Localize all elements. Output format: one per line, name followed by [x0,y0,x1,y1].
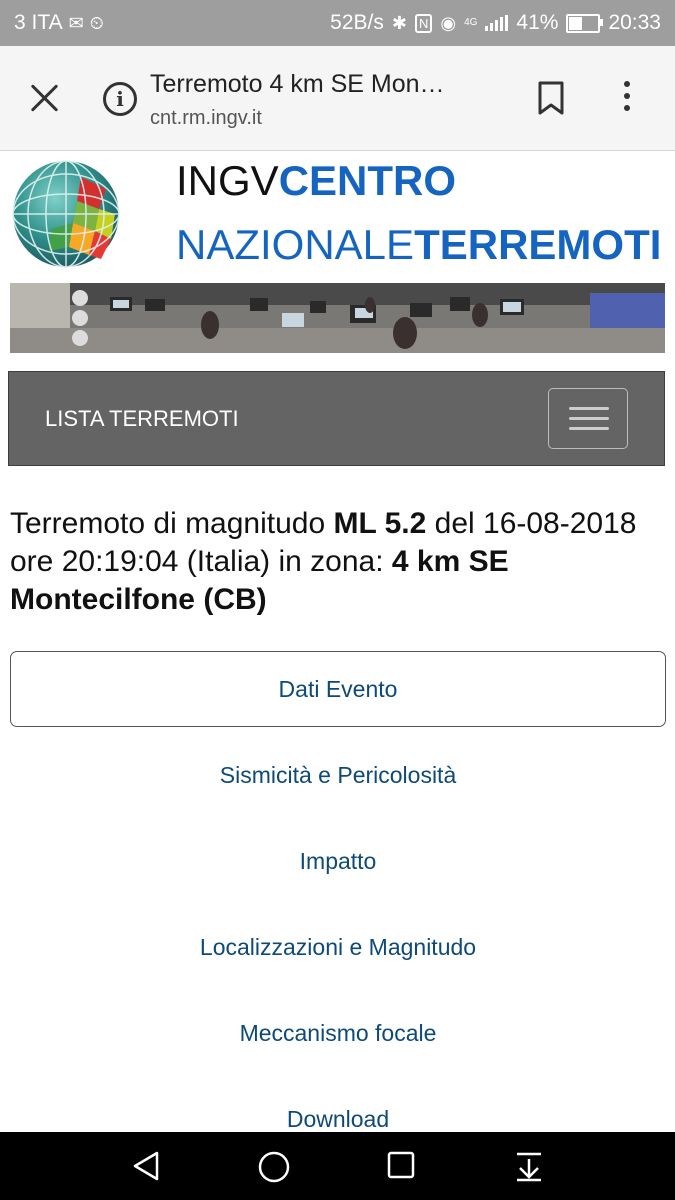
home-icon[interactable] [257,1150,291,1184]
brand-centro: CENTRO [278,157,457,204]
brand-line-2[interactable]: NAZIONALETERREMOTI [176,221,661,269]
back-icon[interactable] [131,1150,161,1182]
hamburger-menu-icon[interactable] [548,388,628,449]
brand-line-1[interactable]: INGVCENTRO [176,157,456,205]
browser-toolbar: i Terremoto 4 km SE Mon… cnt.rm.ingv.it [0,46,675,151]
brand-terremoti: TERREMOTI [414,221,662,268]
battery-percent: 41% [516,11,559,34]
alarm-icon: ⏲ [89,12,104,33]
status-left: 3 ITA ✉ ⏲ [14,11,104,35]
network-type: 4G [464,17,478,28]
carrier-label: 3 ITA [14,11,63,34]
status-bar: 3 ITA ✉ ⏲ 52B/s ✱ N ◉ 4G 41% 20:33 [0,0,675,46]
recents-icon[interactable] [386,1150,416,1180]
nav-lista-terremoti-link[interactable]: LISTA TERREMOTI [45,406,239,432]
tab-dati-evento[interactable]: Dati Evento [10,651,666,727]
tab-meccanismo-focale[interactable]: Meccanismo focale [10,990,666,1076]
tab-impatto[interactable]: Impatto [10,818,666,904]
page-title[interactable]: Terremoto 4 km SE Mon… [150,70,445,99]
nfc-icon: N [414,13,433,33]
status-right: 52B/s ✱ N ◉ 4G 41% 20:33 [330,11,661,35]
battery-icon [566,13,604,33]
event-heading-prefix: Terremoto di magnitudo [10,507,334,540]
site-navbar: LISTA TERREMOTI [8,371,665,466]
mail-icon: ✉ [68,12,84,33]
tab-localizzazioni-magnitudo[interactable]: Localizzazioni e Magnitudo [10,904,666,990]
signal-icon [485,15,509,31]
system-navigation-bar [0,1132,675,1200]
brand-nazionale: NAZIONALE [176,221,415,268]
overflow-menu-icon[interactable] [622,81,632,117]
close-icon[interactable] [28,82,62,116]
control-room-banner-image [10,283,665,353]
event-heading: Terremoto di magnitudo ML 5.2 del 16-08-… [10,505,665,619]
ingv-globe-logo[interactable] [11,159,121,269]
network-speed: 52B/s [330,11,384,34]
brand-ingv: INGV [176,157,279,204]
info-icon[interactable]: i [103,82,137,116]
bookmark-icon[interactable] [536,80,566,116]
page-url[interactable]: cnt.rm.ingv.it [150,107,262,130]
eye-comfort-icon: ◉ [440,12,457,33]
event-magnitude: ML 5.2 [333,507,427,540]
clock: 20:33 [608,11,661,34]
site-header: INGVCENTRO NAZIONALETERREMOTI [0,151,675,366]
bluetooth-icon: ✱ [391,12,407,33]
notification-pulldown-icon[interactable] [514,1150,544,1182]
tab-sismicita-pericolosita[interactable]: Sismicità e Pericolosità [10,732,666,818]
event-section-tabs: Dati Evento Sismicità e Pericolosità Imp… [10,651,666,1162]
